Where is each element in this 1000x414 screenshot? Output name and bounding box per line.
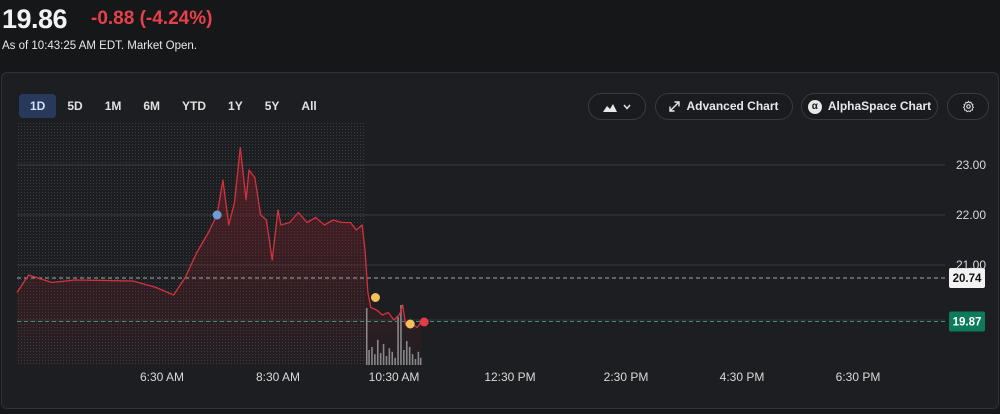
x-tick-label: 10:30 AM bbox=[369, 370, 420, 384]
x-tick-label: 6:30 AM bbox=[140, 370, 184, 384]
x-tick-label: 4:30 PM bbox=[720, 370, 765, 384]
y-tick-label: 23.00 bbox=[956, 158, 986, 172]
volume-bar bbox=[385, 356, 388, 365]
volume-bar bbox=[397, 317, 399, 365]
volume-bar bbox=[374, 354, 376, 365]
x-tick-label: 8:30 AM bbox=[256, 370, 300, 384]
volume-bar bbox=[365, 308, 368, 365]
volume-bar bbox=[368, 350, 370, 365]
quote-header: 19.86 -0.88 (-4.24%) As of 10:43:25 AM E… bbox=[0, 0, 400, 70]
volume-bar bbox=[376, 339, 379, 365]
as-of-timestamp: As of 10:43:25 AM EDT. Market Open. bbox=[2, 40, 197, 52]
y-tick-label: 21.00 bbox=[956, 258, 986, 272]
reference-label: 20.74 bbox=[953, 273, 982, 285]
volume-bar bbox=[391, 351, 394, 365]
x-tick-label: 12:30 PM bbox=[484, 370, 535, 384]
volume-bar bbox=[408, 347, 411, 365]
volume-bar bbox=[403, 350, 405, 365]
volume-bar bbox=[382, 344, 385, 365]
x-tick-label: 6:30 PM bbox=[836, 370, 881, 384]
volume-bar bbox=[411, 354, 414, 365]
price-chart[interactable]: 20.74 19.87 23.00 22.00 21.00 6:30 AM 8:30 A… bbox=[0, 72, 998, 407]
volume-bar bbox=[388, 348, 391, 365]
volume-bar bbox=[419, 357, 422, 365]
y-axis: 23.00 22.00 21.00 bbox=[956, 158, 986, 272]
volume-bar bbox=[371, 347, 373, 365]
x-axis: 6:30 AM 8:30 AM 10:30 AM 12:30 PM 2:30 PM 4:3… bbox=[140, 370, 880, 384]
event-marker bbox=[405, 319, 415, 329]
x-tick-label: 2:30 PM bbox=[604, 370, 649, 384]
volume-bar bbox=[417, 351, 420, 365]
volume-bar bbox=[414, 359, 417, 365]
reference-label: 19.87 bbox=[953, 317, 982, 329]
price-change: -0.88 (-4.24%) bbox=[91, 8, 213, 29]
event-marker bbox=[212, 210, 222, 220]
event-marker bbox=[370, 293, 380, 302]
current-price: 19.86 bbox=[2, 4, 68, 34]
y-tick-label: 22.00 bbox=[956, 208, 986, 222]
volume-bar bbox=[405, 341, 408, 365]
event-marker bbox=[419, 317, 429, 327]
volume-bar bbox=[394, 357, 396, 365]
volume-bar bbox=[379, 353, 382, 365]
